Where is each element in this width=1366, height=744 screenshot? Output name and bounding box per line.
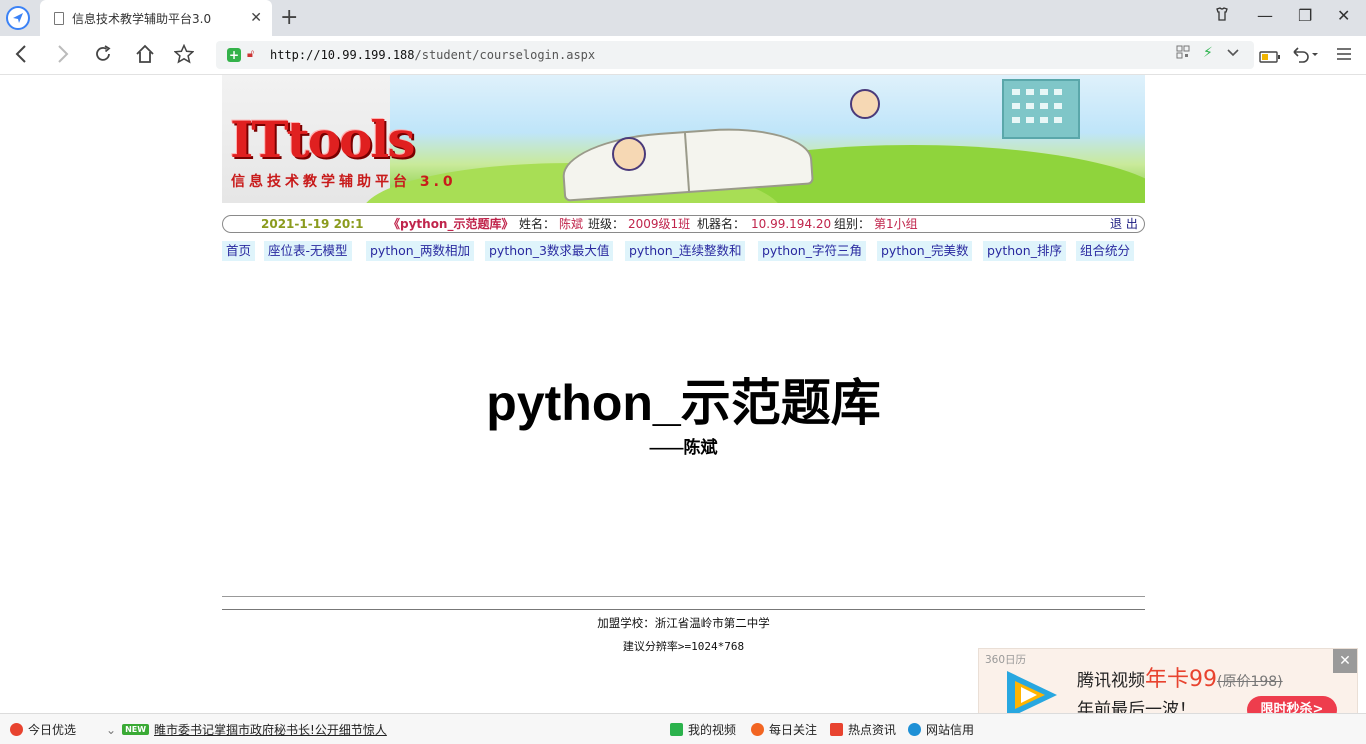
- banner-building: [1002, 79, 1080, 139]
- author-line: ——陈斌: [649, 438, 718, 457]
- name-label: 姓名：: [519, 217, 556, 231]
- banner-cartoon-fairy: [850, 89, 880, 119]
- today-picks[interactable]: 今日优选: [10, 721, 76, 738]
- page-title: python_示范题库: [486, 375, 881, 431]
- footer-divider: [222, 609, 1145, 610]
- menu-item-score-stats[interactable]: 组合统分: [1076, 241, 1135, 261]
- new-badge: NEW: [122, 724, 150, 735]
- forward-icon[interactable]: [56, 44, 70, 68]
- back-icon[interactable]: [14, 44, 28, 68]
- machine-label: 机器名：: [697, 217, 746, 231]
- menu-item-sort[interactable]: python_排序: [983, 241, 1066, 261]
- class-value: 2009级1班: [628, 217, 691, 231]
- heart-icon: [10, 723, 23, 736]
- footer-divider: [222, 596, 1145, 597]
- reload-icon[interactable]: [93, 44, 113, 68]
- course-menu: 首页 座位表-无模型 python_两数相加 python_3数求最大值 pyt…: [222, 241, 1145, 261]
- insecure-lock-icon[interactable]: 🔓︎: [247, 47, 254, 61]
- browser-statusbar: 今日优选 ⌄ NEW 睢市委书记掌掴市政府秘书长!公开细节惊人 我的视频 每日关…: [0, 713, 1366, 744]
- video-icon: [670, 723, 683, 736]
- close-window-icon[interactable]: ✕: [1337, 6, 1350, 25]
- header-banner: ITtools 信息技术教学辅助平台 3.0: [222, 75, 1145, 203]
- browser-tab-active[interactable]: 信息技术教学辅助平台3.0 ✕: [40, 0, 272, 36]
- page-icon: [54, 11, 64, 25]
- menu-item-char-triangle[interactable]: python_字符三角: [758, 241, 866, 261]
- menu-item-perfect-number[interactable]: python_完美数: [877, 241, 973, 261]
- menu-item-home[interactable]: 首页: [222, 241, 256, 261]
- ad-headline: 腾讯视频年卡99(原价198): [1077, 667, 1283, 692]
- address-bar[interactable]: + 🔓︎ http://10.99.199.188/student/course…: [216, 41, 1254, 69]
- platform-subtitle: 信息技术教学辅助平台 3.0: [231, 174, 457, 190]
- security-shield-icon[interactable]: +: [227, 48, 241, 62]
- group-value: 第1小组: [874, 217, 918, 231]
- student-name: 陈斌: [559, 217, 584, 231]
- chevron-down-icon: ⌄: [106, 722, 117, 737]
- footer-school: 加盟学校：浙江省温岭市第二中学: [597, 616, 770, 630]
- browser-tabbar: 信息技术教学辅助平台3.0 ✕ + — ❐ ✕: [0, 0, 1366, 36]
- undo-icon[interactable]: [1290, 44, 1318, 68]
- restore-icon[interactable]: ❐: [1298, 6, 1312, 25]
- qrcode-icon[interactable]: [1176, 45, 1190, 63]
- drop-icon: [908, 723, 921, 736]
- dropdown-chevron-icon[interactable]: [1226, 45, 1240, 63]
- news-icon: [830, 723, 843, 736]
- menu-item-add-two[interactable]: python_两数相加: [366, 241, 474, 261]
- home-icon[interactable]: [135, 44, 155, 68]
- menu-item-max-of-three[interactable]: python_3数求最大值: [485, 241, 614, 261]
- hamburger-menu-icon[interactable]: [1336, 44, 1352, 66]
- ittools-logo: ITtools: [230, 110, 416, 169]
- menu-item-consecutive-sum[interactable]: python_连续整数和: [625, 241, 746, 261]
- current-date: 2021-1-19 20:1: [261, 217, 364, 231]
- url-text[interactable]: http://10.99.199.188/student/courselogin…: [270, 48, 595, 62]
- bookmark-star-icon[interactable]: [173, 43, 195, 68]
- tab-title: 信息技术教学辅助平台3.0: [72, 11, 212, 26]
- speed-mode-icon[interactable]: ⚡︎: [1203, 45, 1213, 61]
- menu-item-seating[interactable]: 座位表-无模型: [264, 241, 352, 261]
- browser-navbar: + 🔓︎ http://10.99.199.188/student/course…: [0, 36, 1366, 75]
- class-label: 班级：: [588, 217, 625, 231]
- close-tab-icon[interactable]: ✕: [250, 10, 262, 26]
- banner-cartoon-boy: [612, 137, 646, 171]
- daily-focus[interactable]: 每日关注: [751, 721, 817, 738]
- minimize-icon[interactable]: —: [1257, 6, 1273, 25]
- news-ticker[interactable]: ⌄ NEW 睢市委书记掌掴市政府秘书长!公开细节惊人: [106, 721, 387, 738]
- course-name: 《python_示范题库》: [388, 217, 514, 231]
- hot-news[interactable]: 热点资讯: [830, 721, 896, 738]
- new-tab-icon[interactable]: +: [280, 5, 298, 30]
- news-headline[interactable]: 睢市委书记掌掴市政府秘书长!公开细节惊人: [154, 721, 387, 738]
- my-video[interactable]: 我的视频: [670, 721, 736, 738]
- browser-menu-icon[interactable]: [6, 6, 30, 30]
- ad-source-tag: 360日历: [985, 654, 1027, 666]
- user-info-bar: 2021-1-19 20:1 《python_示范题库》 姓名： 陈斌 班级： …: [222, 215, 1145, 233]
- machine-name: 10.99.194.20: [751, 217, 832, 231]
- group-label: 组别：: [834, 217, 871, 231]
- battery-icon[interactable]: [1259, 46, 1281, 68]
- close-ad-icon[interactable]: ✕: [1333, 649, 1357, 673]
- site-credit[interactable]: 网站信用: [908, 721, 974, 738]
- skin-icon[interactable]: [1214, 6, 1230, 26]
- flame-icon: [751, 723, 764, 736]
- logout-link[interactable]: 退 出: [1110, 216, 1138, 232]
